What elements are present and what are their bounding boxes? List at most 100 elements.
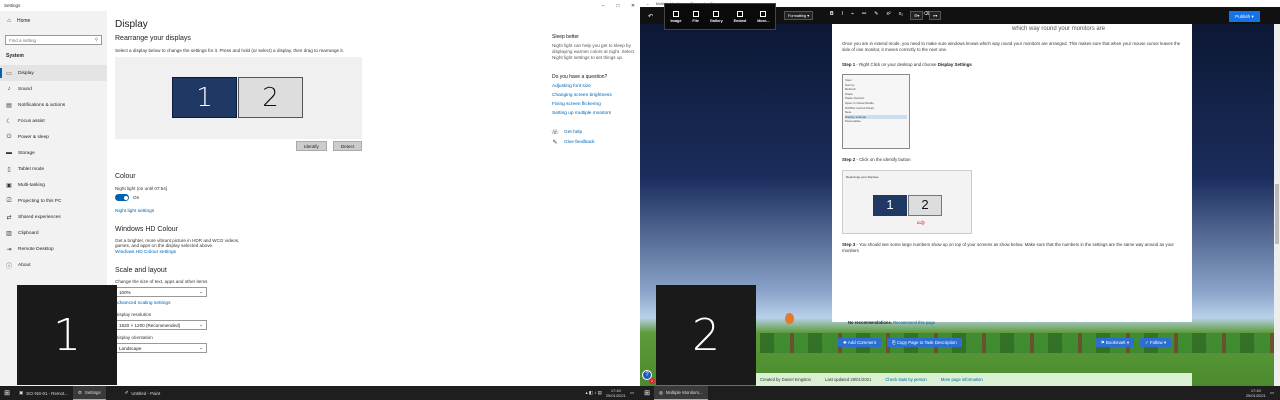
copy-page-button[interactable]: ⎘ Copy Page to Task Description xyxy=(886,338,962,347)
nav-list: ▭ Display ♪ Sound ▤ Notifications & actions ☾ F… xyxy=(0,65,107,273)
sidebar-item-focus-assist[interactable]: ☾ Focus assist xyxy=(0,113,107,129)
clock[interactable]: 17:40 29/01/2021 xyxy=(1246,388,1266,398)
night-light-settings-link[interactable]: Night light settings xyxy=(115,209,547,214)
sidebar-home[interactable]: ⌂ Home xyxy=(0,11,107,29)
sidebar-item-clipboard[interactable]: ▥ Clipboard xyxy=(0,225,107,241)
clock[interactable]: 17:40 29/01/2021 xyxy=(606,388,626,398)
search-icon: ⚲ xyxy=(94,37,98,42)
undo-icon[interactable]: ↶ xyxy=(648,13,653,20)
help-button[interactable]: ? 1 xyxy=(642,370,655,384)
help-link[interactable]: Setting up multiple monitors xyxy=(552,111,637,116)
insert-gallery-button[interactable]: Gallery xyxy=(710,10,723,23)
scale-dropdown[interactable]: 100% ⌄ xyxy=(115,287,207,297)
get-help-link[interactable]: Get help xyxy=(564,130,582,135)
mini-title: Rearrange your displays xyxy=(846,174,879,179)
sidebar-item-storage[interactable]: ▬ Storage xyxy=(0,145,107,161)
align-dropdown[interactable]: ≡▾ xyxy=(929,11,942,20)
windows-start-icon[interactable]: ⊞ xyxy=(0,386,14,400)
tray-icons[interactable]: ▴ ◧ ♪ ▤ xyxy=(585,390,601,396)
recommend-link[interactable]: Recommend this page xyxy=(893,320,935,325)
remote-icon: ▣ xyxy=(19,390,24,395)
orientation-value: Landscape xyxy=(119,345,142,351)
file-icon xyxy=(692,10,699,17)
clipboard-icon: ▥ xyxy=(6,230,12,237)
insert-embed-button[interactable]: Embed xyxy=(733,10,747,23)
minimize-icon[interactable]: – xyxy=(600,3,606,9)
underline-icon[interactable]: ⌁ xyxy=(851,11,854,17)
bookmark-button[interactable]: ⚑ Bookmark ▾ xyxy=(1095,338,1135,347)
close-icon[interactable]: ✕ xyxy=(630,3,636,9)
formatting-dropdown[interactable]: Formatting ▾ xyxy=(784,11,814,20)
italic-icon[interactable]: I xyxy=(842,11,843,17)
formatting-label: Formatting xyxy=(788,13,807,18)
bold-icon[interactable]: B xyxy=(830,11,834,17)
advanced-scaling-link[interactable]: Advanced scaling settings xyxy=(115,301,547,306)
taskbar-item[interactable]: ▣ SCI-NS-01 - Remot... xyxy=(14,386,73,400)
title-bar: Settings – □ ✕ xyxy=(0,0,640,11)
sidebar-item-tablet-mode[interactable]: ▯ Tablet mode xyxy=(0,161,107,177)
back-icon[interactable]: ← xyxy=(646,2,650,6)
add-comment-button[interactable]: ✚ Add Comment xyxy=(838,338,881,347)
project-icon: ⎚ xyxy=(6,197,12,204)
scrollbar[interactable] xyxy=(1274,24,1280,386)
sidebar-item-sound[interactable]: ♪ Sound xyxy=(0,81,107,97)
sidebar-item-label: Sound xyxy=(18,86,32,92)
help-link[interactable]: Changing screen brightness xyxy=(552,93,637,98)
copy-page-label: Copy Page to Task Description xyxy=(896,340,957,345)
sidebar-item-display[interactable]: ▭ Display xyxy=(0,65,107,81)
scale-value: 100% xyxy=(119,289,131,295)
night-light-toggle[interactable] xyxy=(115,194,129,201)
publish-button[interactable]: Publish ▾ xyxy=(1229,11,1260,22)
sidebar-item-remote-desktop[interactable]: ⇥ Remote Desktop xyxy=(0,241,107,257)
search-input[interactable]: Find a setting ⚲ xyxy=(5,35,102,45)
help-link[interactable]: Fixing screen flickering xyxy=(552,102,637,107)
insert-more-button[interactable]: More... xyxy=(757,10,769,23)
orientation-dropdown[interactable]: Landscape ⌄ xyxy=(115,343,207,353)
notification-icon[interactable]: ▭ xyxy=(630,390,634,396)
maximize-icon[interactable]: □ xyxy=(615,3,621,9)
subscript-icon[interactable]: x₂ xyxy=(899,11,903,17)
help-icon: ☏ xyxy=(551,130,559,137)
identify-button[interactable]: Identify xyxy=(296,141,327,151)
stats-link[interactable]: Check stats by person xyxy=(885,377,926,382)
sidebar-item-notifications-actions[interactable]: ▤ Notifications & actions xyxy=(0,97,107,113)
chrome-icon: ◍ xyxy=(659,389,663,395)
sidebar-item-shared-experiences[interactable]: ⇄ Shared experiences xyxy=(0,209,107,225)
help-link[interactable]: Adjusting font size xyxy=(552,84,637,89)
notification-icon[interactable]: ▭ xyxy=(1270,390,1274,396)
insert-menu: Image File Gallery Embed More... xyxy=(664,3,776,30)
publish-label: Publish xyxy=(1235,14,1251,19)
page-action-bar: ✚ Add Comment ⎘ Copy Page to Task Descri… xyxy=(838,338,1172,347)
sidebar-item-projecting-to-this-pc[interactable]: ⎚ Projecting to this PC xyxy=(0,193,107,209)
insert-label: Embed xyxy=(733,18,747,23)
more-info-link[interactable]: More page information xyxy=(941,377,983,382)
more-icon xyxy=(760,10,767,17)
article-page: which way round your monitors are Once y… xyxy=(832,24,1192,322)
insert-file-button[interactable]: File xyxy=(692,10,699,23)
give-feedback-link[interactable]: Give feedback xyxy=(564,140,595,145)
link-icon[interactable]: ⚯ xyxy=(862,11,866,17)
clock-date: 29/01/2021 xyxy=(1245,393,1266,398)
highlight-icon[interactable]: ✎ xyxy=(874,11,878,17)
taskbar-item[interactable]: ⚙ Settings xyxy=(72,386,106,400)
follow-button[interactable]: ✓ Follow ▾ xyxy=(1140,338,1172,347)
insert-image-button[interactable]: Image xyxy=(670,10,682,23)
hd-settings-link[interactable]: Windows HD Colour settings xyxy=(115,250,547,255)
scrollbar-thumb[interactable] xyxy=(1275,184,1279,244)
taskbar-item[interactable]: ◍ Multiple Monitors... xyxy=(654,386,708,400)
display-1-tile[interactable]: 1 xyxy=(172,77,237,118)
sidebar-item-about[interactable]: ⓘ About xyxy=(0,257,107,273)
taskbar-item[interactable]: ✐ Untitled - Paint xyxy=(120,386,165,400)
chevron-down-icon: ⌄ xyxy=(199,289,203,294)
resolution-dropdown[interactable]: 1920 × 1200 (Recommended) ⌄ xyxy=(115,320,207,330)
help-badge: 1 xyxy=(649,378,655,384)
superscript-icon[interactable]: x² xyxy=(886,11,890,17)
insert-label: Image xyxy=(670,18,682,23)
list-dropdown[interactable]: ☰▾ xyxy=(910,11,924,20)
sidebar-item-power-sleep[interactable]: ⏻ Power & sleep xyxy=(0,129,107,145)
display-2-tile[interactable]: 2 xyxy=(238,77,303,118)
windows-start-icon[interactable]: ⊞ xyxy=(640,386,654,400)
detect-button[interactable]: Detect xyxy=(332,141,363,151)
sidebar-item-multi-tasking[interactable]: ▣ Multi-tasking xyxy=(0,177,107,193)
taskbar-item-label: Untitled - Paint xyxy=(131,390,161,396)
